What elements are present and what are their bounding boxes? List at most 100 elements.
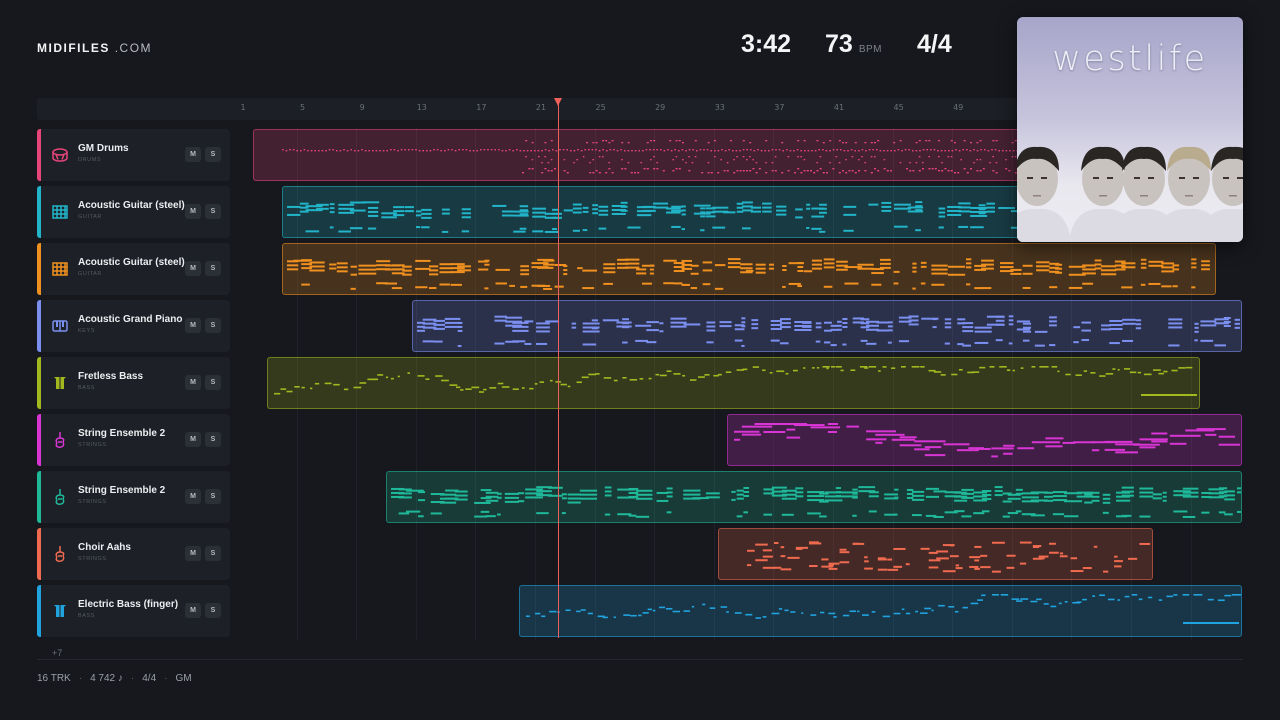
ruler-tick: 29 [655,103,666,112]
track-category: DRUMS [78,157,102,163]
mute-button[interactable]: M [185,261,201,276]
footer-time-signature: 4/4 [142,673,157,684]
ruler-tick: 49 [953,103,964,112]
tempo-unit: BPM [858,44,882,55]
ruler-tick: 33 [714,103,725,112]
track-name: Fretless Bass [78,371,144,382]
clip-notes [747,541,1151,573]
track-color-bar [37,129,41,181]
track-name: Choir Aahs [78,542,131,553]
midi-clip[interactable] [519,585,1242,637]
track-category: STRINGS [78,499,107,505]
footer-divider [37,659,1243,660]
track-color-bar [37,300,41,352]
track-category: GUITAR [78,214,102,220]
timeline-ruler[interactable]: 1 5 9 13 17 21 25 29 33 37 41 45 49 [37,98,1017,120]
clip-notes [734,423,1241,458]
mute-button[interactable]: M [185,375,201,390]
album-cover: westlife [1017,17,1243,242]
track-header[interactable]: Acoustic Guitar (steel) GUITAR M S [37,186,230,238]
brand-name: MIDIFILES [37,41,110,55]
solo-button[interactable]: S [205,261,221,276]
mute-button[interactable]: M [185,546,201,561]
mute-button[interactable]: M [185,318,201,333]
brand-logo: MIDIFILES .COM [37,41,152,55]
solo-button[interactable]: S [205,546,221,561]
solo-button[interactable]: S [205,147,221,162]
midi-clip[interactable] [412,300,1242,352]
track-color-bar [37,357,41,409]
track-color-bar [37,414,41,466]
track-name: GM Drums [78,143,129,154]
ruler-tick: 9 [359,103,365,112]
footer-track-count: 16 TRK [37,673,71,684]
track-header[interactable]: GM Drums DRUMS M S [37,129,230,181]
track-color-bar [37,186,41,238]
track-header[interactable]: String Ensemble 2 STRINGS M S [37,471,230,523]
midi-clip[interactable] [386,471,1242,523]
ruler-tick: 17 [476,103,487,112]
track-color-bar [37,528,41,580]
mute-button[interactable]: M [185,432,201,447]
violin-icon [51,545,69,563]
clip-notes [282,140,1018,174]
mute-button[interactable]: M [185,204,201,219]
solo-button[interactable]: S [205,375,221,390]
ruler-tick: 45 [893,103,904,112]
violin-icon [51,488,69,506]
footer-summary: 16 TRK · 4 742 ♪ · 4/4 · GM [37,673,192,684]
solo-button[interactable]: S [205,204,221,219]
track-category: STRINGS [78,556,107,562]
track-header[interactable]: Acoustic Grand Piano KEYS M S [37,300,230,352]
track-name: String Ensemble 2 [78,428,166,439]
midi-clip[interactable] [253,129,1020,181]
solo-button[interactable]: S [205,318,221,333]
footer-note-count: 4 742 ♪ [90,673,123,684]
track-category: KEYS [78,328,96,334]
clip-notes [391,486,1241,518]
ruler-tick: 1 [240,103,246,112]
track-category: GUITAR [78,271,102,277]
track-category: STRINGS [78,442,107,448]
ruler-tick: 21 [535,103,547,112]
midi-clip[interactable] [718,528,1153,580]
clip-notes [287,258,1210,290]
footer-standard: GM [175,673,192,684]
track-header[interactable]: String Ensemble 2 STRINGS M S [37,414,230,466]
drum-icon [51,146,69,164]
solo-button[interactable]: S [205,489,221,504]
brand-suffix: .COM [114,41,153,55]
midi-clip[interactable] [282,186,1020,238]
mute-button[interactable]: M [185,603,201,618]
solo-button[interactable]: S [205,432,221,447]
more-tracks-indicator[interactable]: +7 [52,648,62,658]
track-header[interactable]: Electric Bass (finger) BASS M S [37,585,230,637]
ruler-tick: 37 [774,103,785,112]
mute-button[interactable]: M [185,147,201,162]
track-header[interactable]: Acoustic Guitar (steel) GUITAR M S [37,243,230,295]
cover-band-photo [1017,146,1243,242]
track-color-bar [37,585,41,637]
ruler-tick: 25 [595,103,606,112]
mute-button[interactable]: M [185,489,201,504]
guitar-fretboard-icon [51,260,69,278]
time-signature-readout: 4/4 [917,30,952,58]
track-name: Electric Bass (finger) [78,599,179,610]
piano-keys-icon [51,317,69,335]
midi-clip[interactable] [282,243,1216,295]
midi-clip[interactable] [267,357,1200,409]
track-name: String Ensemble 2 [78,485,166,496]
clip-notes [526,594,1241,624]
tempo-readout: 73 BPM [825,30,882,59]
bass-icon [51,374,69,392]
playhead[interactable] [558,104,559,638]
track-category: BASS [78,613,96,619]
duration-readout: 3:42 [741,30,792,58]
midi-clip[interactable] [727,414,1242,466]
track-header[interactable]: Fretless Bass BASS M S [37,357,230,409]
track-color-bar [37,243,41,295]
track-header[interactable]: Choir Aahs STRINGS M S [37,528,230,580]
clip-notes [417,315,1240,347]
solo-button[interactable]: S [205,603,221,618]
track-category: BASS [78,385,96,391]
